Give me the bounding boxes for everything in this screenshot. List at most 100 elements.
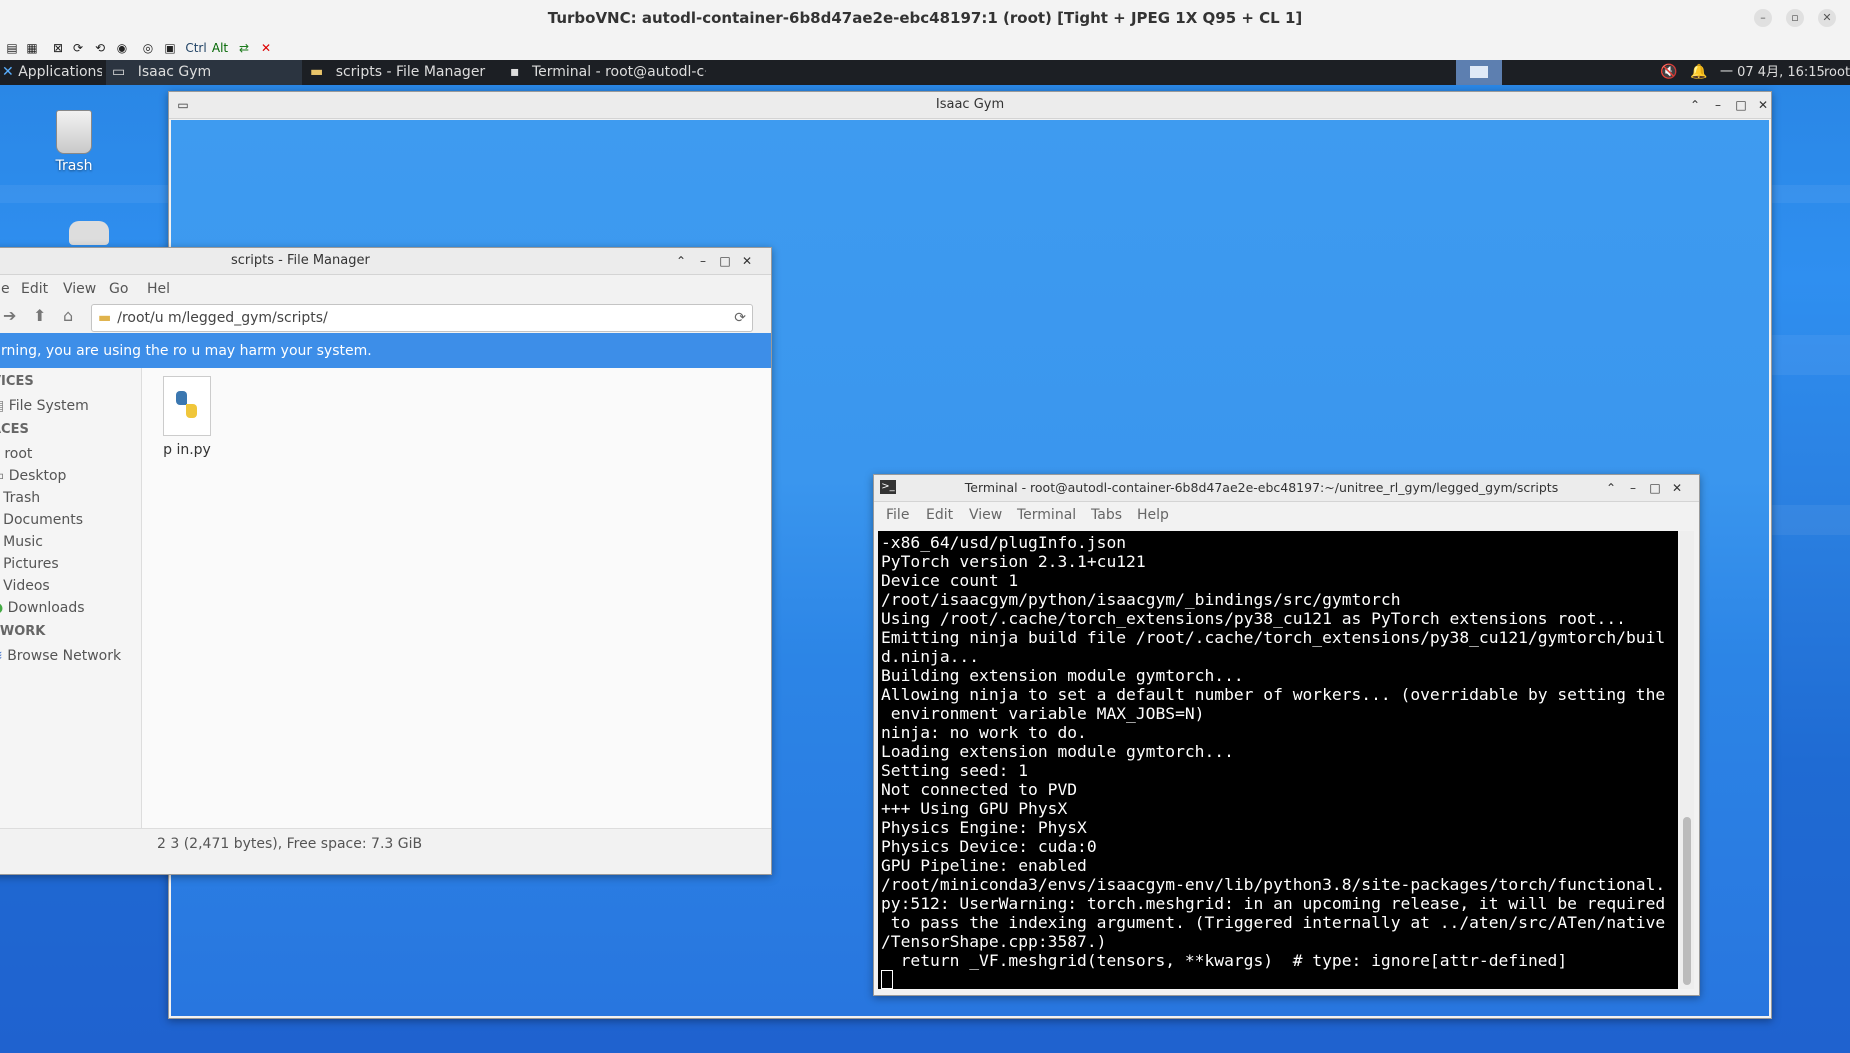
vnc-minimize-button[interactable]: – bbox=[1754, 9, 1772, 27]
sidebar-item-root[interactable]: ⌂ root bbox=[0, 446, 32, 462]
sidebar-item-music[interactable]: ▯ Music bbox=[0, 534, 43, 550]
menu-terminal[interactable]: Terminal bbox=[1017, 507, 1076, 523]
vnc-restore-button[interactable]: ▫ bbox=[1786, 9, 1804, 27]
sidebar-item-videos[interactable]: ▯ Videos bbox=[0, 578, 50, 594]
desktop-trash[interactable]: Trash bbox=[29, 110, 119, 174]
shade-button[interactable]: ⌃ bbox=[1687, 97, 1703, 113]
menu-file[interactable]: e bbox=[1, 281, 10, 297]
shade-button[interactable]: ⌃ bbox=[673, 253, 689, 269]
menu-file[interactable]: File bbox=[886, 507, 909, 523]
sidebar-item-browse-network[interactable]: ≋ Browse Network bbox=[0, 648, 121, 664]
window-titlebar[interactable]: scripts - File Manager ⌃ – □ ✕ bbox=[0, 248, 771, 275]
minimize-button[interactable]: – bbox=[1710, 97, 1726, 113]
sync-icon[interactable]: ⟲ bbox=[92, 40, 108, 56]
ctrl-key-button[interactable]: Ctrl bbox=[184, 40, 208, 56]
menu-help[interactable]: Hel bbox=[147, 281, 170, 297]
menu-view[interactable]: View bbox=[969, 507, 1002, 523]
sidebar-item-desktop[interactable]: ▭ Desktop bbox=[0, 468, 66, 484]
minimize-button[interactable]: – bbox=[695, 253, 711, 269]
user-label[interactable]: root bbox=[1824, 60, 1850, 85]
maximize-button[interactable]: □ bbox=[1733, 97, 1749, 113]
sidebar-item-label: Downloads bbox=[7, 600, 85, 616]
vnc-close-button[interactable]: ✕ bbox=[1818, 9, 1836, 27]
task-terminal[interactable]: ▪ Terminal - root@autodl-c··· bbox=[506, 60, 706, 85]
sidebar-item-pictures[interactable]: ▯ Pictures bbox=[0, 556, 59, 572]
file-view[interactable]: p in.py bbox=[142, 368, 771, 828]
sidebar-header-places: ACES bbox=[0, 422, 29, 437]
sidebar: VICES ▤ File System ACES ⌂ root ▭ Deskto… bbox=[0, 368, 142, 828]
sidebar-item-label: Pictures bbox=[3, 556, 59, 572]
menu-view[interactable]: View bbox=[63, 281, 96, 297]
sidebar-item-downloads[interactable]: ● Downloads bbox=[0, 600, 85, 616]
transfer-icon[interactable]: ⇄ bbox=[236, 40, 252, 56]
trash-icon bbox=[56, 110, 92, 154]
menu-help[interactable]: Help bbox=[1137, 507, 1169, 523]
menu-go[interactable]: Go bbox=[109, 281, 128, 297]
workspace-icon bbox=[1470, 66, 1488, 78]
status-text: 2 3 (2,471 bytes), Free space: 7.3 GiB bbox=[157, 836, 423, 852]
terminal-scrollbar[interactable] bbox=[1680, 531, 1694, 989]
python-file-icon bbox=[163, 376, 211, 436]
terminal-output[interactable]: -x86_64/usd/plugInfo.json PyTorch version… bbox=[878, 531, 1678, 989]
close-button[interactable]: ✕ bbox=[739, 253, 755, 269]
sidebar-item-label: Desktop bbox=[8, 468, 67, 484]
window-titlebar[interactable]: >_ Terminal - root@autodl-container-6b8d… bbox=[874, 475, 1699, 502]
window-titlebar[interactable]: ▭ Isaac Gym ⌃ – □ ✕ bbox=[169, 92, 1771, 119]
downloads-icon: ● bbox=[0, 600, 3, 616]
file-manager-window[interactable]: scripts - File Manager ⌃ – □ ✕ e Edit Vi… bbox=[0, 247, 772, 875]
network-icon: ≋ bbox=[0, 648, 3, 664]
notification-bell-icon[interactable]: 🔔 bbox=[1690, 60, 1708, 85]
terminal-window[interactable]: >_ Terminal - root@autodl-container-6b8d… bbox=[873, 474, 1700, 996]
task-file-manager[interactable]: ▬ scripts - File Manager bbox=[306, 60, 502, 85]
alt-key-button[interactable]: Alt bbox=[210, 40, 230, 56]
fullscreen-icon[interactable]: ⊠ bbox=[50, 40, 66, 56]
terminal-line: GPU Pipeline: enabled bbox=[881, 856, 1087, 875]
info-icon[interactable]: ▦ bbox=[24, 40, 40, 56]
desktop-icon: ▭ bbox=[0, 468, 4, 484]
trash-label: Trash bbox=[55, 158, 93, 174]
applications-menu[interactable]: ✕ Applications bbox=[2, 60, 102, 85]
disconnect-icon[interactable]: ✕ bbox=[258, 40, 274, 56]
menu-edit[interactable]: Edit bbox=[21, 281, 48, 297]
close-button[interactable]: ✕ bbox=[1669, 480, 1685, 496]
refresh-icon[interactable]: ⟳ bbox=[70, 40, 86, 56]
terminal-icon[interactable]: >_ bbox=[880, 480, 896, 494]
sidebar-item-trash[interactable]: ▯ Trash bbox=[0, 490, 40, 506]
reload-icon[interactable]: ⟳ bbox=[734, 305, 746, 331]
file-item[interactable]: p in.py bbox=[152, 376, 222, 458]
sidebar-item-file-system[interactable]: ▤ File System bbox=[0, 398, 89, 414]
home-icon[interactable]: ⌂ bbox=[63, 306, 73, 325]
sidebar-item-documents[interactable]: ▯ Documents bbox=[0, 512, 83, 528]
workspace-switcher[interactable] bbox=[1456, 60, 1502, 85]
shade-button[interactable]: ⌃ bbox=[1603, 480, 1619, 496]
forward-icon[interactable]: ➔ bbox=[3, 306, 16, 325]
keyboard-icon[interactable]: ▣ bbox=[162, 40, 178, 56]
volume-muted-icon[interactable]: 🔇 bbox=[1660, 60, 1680, 85]
terminal-line: Physics Device: cuda:0 bbox=[881, 837, 1097, 856]
maximize-button[interactable]: □ bbox=[1647, 480, 1663, 496]
up-icon[interactable]: ⬆ bbox=[33, 306, 46, 325]
menu-tabs[interactable]: Tabs bbox=[1091, 507, 1122, 523]
sidebar-item-label: Documents bbox=[3, 512, 83, 528]
drive-icon: ▤ bbox=[0, 398, 4, 414]
options-icon[interactable]: ▤ bbox=[4, 40, 20, 56]
minimize-button[interactable]: – bbox=[1625, 480, 1641, 496]
view-only-icon[interactable]: ◎ bbox=[140, 40, 156, 56]
window-icon: ▭ bbox=[112, 64, 126, 80]
terminal-line: Building extension module gymtorch... bbox=[881, 666, 1244, 685]
desktop-filesystem[interactable] bbox=[44, 221, 134, 245]
location-path: /root/u m/legged_gym/scripts/ bbox=[117, 310, 328, 326]
menu-edit[interactable]: Edit bbox=[926, 507, 953, 523]
menu-bar: e Edit View Go Hel bbox=[0, 275, 771, 301]
task-isaac-gym[interactable]: ▭ Isaac Gym bbox=[106, 60, 302, 85]
terminal-line: Emitting ninja build file /root/.cache/t… bbox=[881, 628, 1666, 647]
screenshot-icon[interactable]: ◉ bbox=[114, 40, 130, 56]
maximize-button[interactable]: □ bbox=[717, 253, 733, 269]
clock[interactable]: 一 07 4月, 16:15 bbox=[1720, 60, 1830, 85]
task-label: Terminal - root@autodl-c··· bbox=[531, 64, 706, 80]
terminal-icon: ▪ bbox=[510, 64, 520, 80]
scrollbar-thumb[interactable] bbox=[1683, 817, 1691, 985]
close-button[interactable]: ✕ bbox=[1755, 97, 1771, 113]
location-bar[interactable]: ▬ /root/u m/legged_gym/scripts/ ⟳ bbox=[91, 304, 753, 332]
location-toolbar: ➔ ⬆ ⌂ ▬ /root/u m/legged_gym/scripts/ ⟳ bbox=[0, 301, 771, 333]
